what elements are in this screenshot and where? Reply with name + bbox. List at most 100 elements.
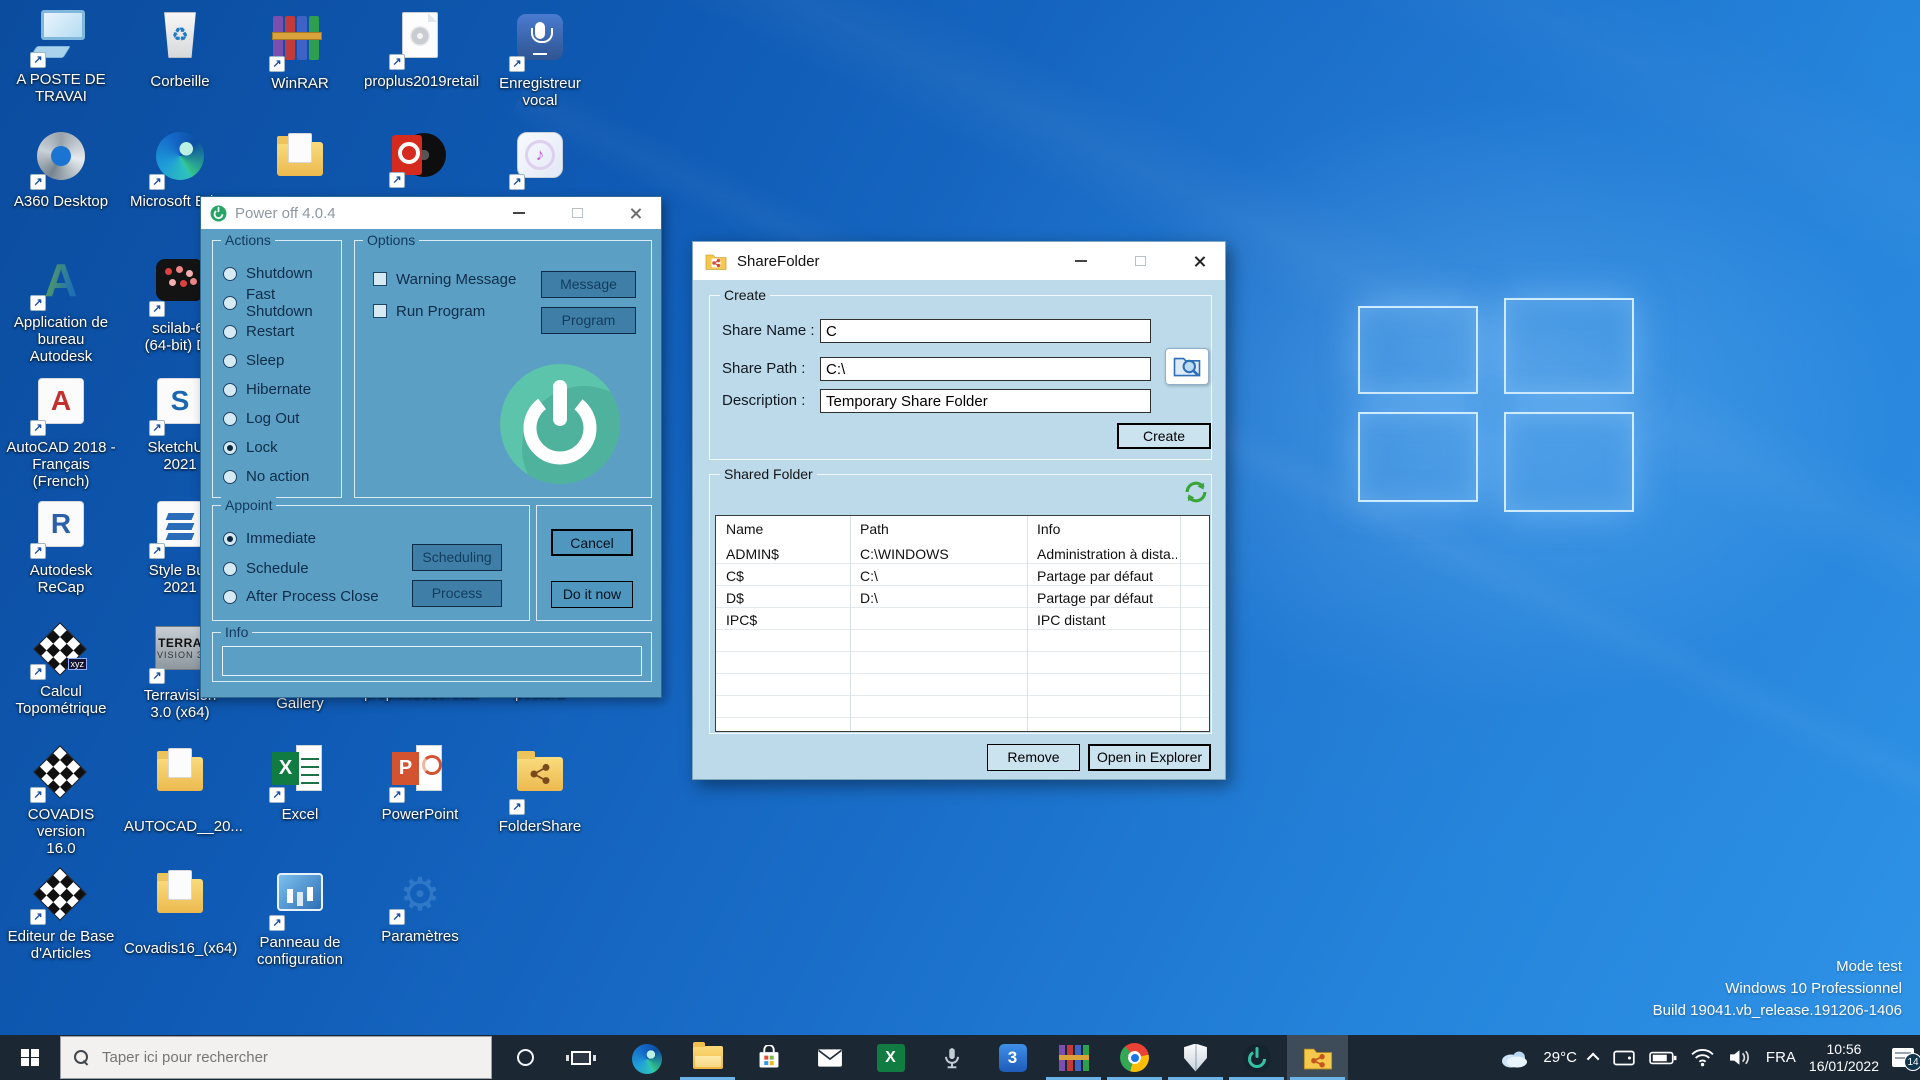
taskbar-app-edge[interactable] [616,1035,677,1080]
taskbar-app-power-off[interactable] [1226,1035,1287,1080]
column-header-path[interactable]: Path [860,516,889,542]
share-path-field[interactable] [820,357,1151,381]
desktop-icon-excel[interactable]: X↗ Excel [244,745,356,823]
table-row-cell[interactable]: Administration à dista... [1037,543,1177,565]
radio-immediate[interactable]: Immediate [213,524,316,553]
radio-log-out[interactable]: Log Out [213,404,341,433]
taskbar-app-defender[interactable] [1165,1035,1226,1080]
table-row-cell[interactable]: ADMIN$ [726,543,846,565]
taskbar-app-explorer[interactable] [677,1035,738,1080]
column-separator[interactable] [850,516,851,731]
task-view-button[interactable] [553,1035,609,1080]
start-button[interactable] [0,1035,60,1080]
desktop-icon-autodesk-app[interactable]: A↗ Application de bureau Autodesk [5,253,117,365]
language-indicator[interactable]: FRA [1766,1049,1796,1066]
weather-cloud-icon[interactable] [1500,1048,1530,1068]
taskbar-app-3[interactable]: 3 [982,1035,1043,1080]
program-button[interactable]: Program [541,307,636,334]
taskbar-app-sharefolder[interactable] [1287,1035,1348,1080]
desktop-icon-calcul-topometrique[interactable]: xyz↗ Calcul Topométrique [5,622,117,717]
info-textbox[interactable] [222,646,642,676]
table-row-cell[interactable]: IPC$ [726,609,846,631]
wifi-icon[interactable] [1690,1048,1715,1067]
radio-shutdown[interactable]: Shutdown [213,259,341,288]
message-button[interactable]: Message [541,271,636,298]
temperature-label[interactable]: 29°C [1543,1049,1577,1066]
desktop-icon-autocad-folder[interactable]: AUTOCAD__20... [124,745,236,835]
remove-button[interactable]: Remove [987,744,1080,771]
description-field[interactable] [820,389,1151,413]
do-it-now-button[interactable]: Do it now [551,581,633,608]
battery-icon[interactable] [1649,1050,1677,1066]
desktop-icon-enregistreur-vocal[interactable]: ↗ Enregistreur vocal [484,10,596,109]
desktop-icon-folder[interactable] [244,130,356,203]
checkbox-warning-message[interactable]: Warning Message [363,269,516,289]
table-row-cell[interactable]: C:\WINDOWS [860,543,1020,565]
radio-schedule[interactable]: Schedule [213,554,309,583]
browse-folder-button[interactable] [1165,348,1209,385]
radio-no-action[interactable]: No action [213,462,341,491]
radio-sleep[interactable]: Sleep [213,346,341,375]
radio-lock[interactable]: Lock [213,433,341,462]
table-row-cell[interactable]: D:\ [860,587,1020,609]
create-button[interactable]: Create [1117,423,1211,449]
table-row-cell[interactable]: IPC distant [1037,609,1177,631]
desktop-icon-itunes[interactable]: ♪↗ [484,130,596,193]
desktop-icon-powerpoint[interactable]: P↗ PowerPoint [364,745,476,823]
table-row-cell[interactable]: D$ [726,587,846,609]
table-row-cell[interactable]: Partage par défaut [1037,565,1177,587]
volume-icon[interactable] [1728,1048,1753,1067]
taskbar-app-mail[interactable] [799,1035,860,1080]
maximize-button[interactable] [561,197,593,229]
scheduling-button[interactable]: Scheduling [412,544,502,571]
taskbar-app-chrome[interactable] [1104,1035,1165,1080]
taskbar-app-store[interactable] [738,1035,799,1080]
shared-folders-table[interactable]: Name Path Info ADMIN$ C:\WINDOWS Adminis… [715,515,1210,732]
desktop-icon-autodesk-recap[interactable]: R↗ Autodesk ReCap [5,499,117,596]
desktop-icon-proplus2019retail[interactable]: ↗ proplus2019retail [364,10,476,90]
taskbar-app-voice-recorder[interactable] [921,1035,982,1080]
radio-restart[interactable]: Restart [213,317,341,346]
column-separator[interactable] [1180,516,1181,731]
column-separator[interactable] [1027,516,1028,731]
cancel-button[interactable]: Cancel [551,529,633,556]
cortana-button[interactable] [497,1035,553,1080]
desktop-icon-covadis16-x64[interactable]: Covadis16_(x64) [124,867,236,957]
maximize-button[interactable] [1124,242,1156,280]
radio-after-process-close[interactable]: After Process Close [213,582,379,611]
clock[interactable]: 10:56 16/01/2022 [1809,1041,1879,1075]
table-row-cell[interactable] [860,609,1020,631]
radio-fast-shutdown[interactable]: Fast Shutdown [213,288,341,317]
open-in-explorer-button[interactable]: Open in Explorer [1088,744,1211,771]
desktop-icon-foldershare[interactable]: ↗ FolderShare [484,745,596,835]
radio-hibernate[interactable]: Hibernate [213,375,341,404]
search-input[interactable] [102,1049,442,1066]
desktop-icon-poste-de-travail[interactable]: ↗ A POSTE DE TRAVAI [5,10,117,105]
close-button[interactable] [619,197,651,229]
minimize-button[interactable] [1065,242,1097,280]
tablet-mode-icon[interactable] [1612,1048,1636,1068]
taskbar-app-winrar[interactable] [1043,1035,1104,1080]
notification-center-button[interactable]: 14 [1892,1048,1914,1067]
desktop-icon-editeur-articles[interactable]: ↗ Editeur de Base d'Articles [5,867,117,962]
tray-expand-chevron-icon[interactable] [1587,1053,1600,1066]
checkbox-run-program[interactable]: Run Program [363,301,485,321]
sharefolder-titlebar[interactable]: ShareFolder [693,242,1225,280]
table-row-cell[interactable]: C$ [726,565,846,587]
share-name-field[interactable] [820,319,1151,343]
desktop-icon-winrar[interactable]: ↗ WinRAR [244,10,356,92]
desktop-icon-autocad-2018[interactable]: A↗ AutoCAD 2018 - Français (French) [5,376,117,490]
column-header-info[interactable]: Info [1037,516,1060,542]
desktop-icon-parametres[interactable]: ⚙↗ Paramètres [364,867,476,945]
desktop-icon-music-app[interactable]: ↗ [364,130,476,191]
process-button[interactable]: Process [412,580,502,607]
power-off-titlebar[interactable]: Power off 4.0.4 [201,197,661,229]
column-header-name[interactable]: Name [726,516,763,542]
refresh-button[interactable] [1183,479,1209,505]
desktop-icon-covadis-16[interactable]: ↗ COVADIS version 16.0 [5,745,117,857]
taskbar-search[interactable] [60,1036,492,1079]
taskbar-app-excel[interactable]: X [860,1035,921,1080]
desktop-icon-panneau-configuration[interactable]: ↗ Panneau de configuration [244,867,356,968]
table-row-cell[interactable]: C:\ [860,565,1020,587]
minimize-button[interactable] [503,197,535,229]
